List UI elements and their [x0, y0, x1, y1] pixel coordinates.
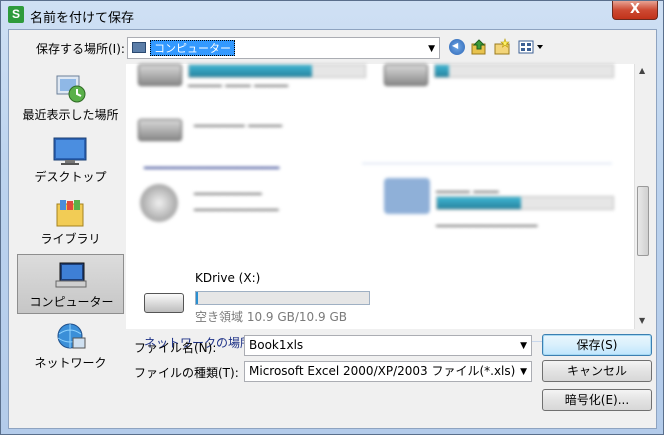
- location-value: コンピューター: [150, 40, 235, 56]
- computer-icon: [54, 261, 88, 289]
- cancel-button[interactable]: キャンセル: [542, 360, 652, 382]
- kdrive-name: KDrive (X:): [195, 271, 261, 285]
- title-bar[interactable]: S 名前を付けて保存 X: [1, 1, 663, 29]
- filetype-label: ファイルの種類(T):: [134, 366, 239, 380]
- encrypt-button[interactable]: 暗号化(E)...: [542, 389, 652, 411]
- chevron-down-icon: ▼: [428, 44, 435, 54]
- filename-value: Book1xls: [249, 338, 304, 352]
- filename-input[interactable]: Book1xls ▼: [244, 335, 532, 356]
- drive-caption: ▁▁▁▁ ▁▁▁ ▁▁▁▁: [188, 74, 289, 87]
- place-desktop[interactable]: デスクトップ: [17, 130, 124, 190]
- place-label: コンピューター: [29, 295, 114, 309]
- places-bar: 最近表示した場所 デスクトップ ライブラリ コンピューター ネットワーク: [17, 64, 124, 370]
- library-icon: [53, 198, 87, 227]
- save-button[interactable]: 保存(S): [542, 334, 652, 356]
- app-icon: S: [8, 6, 24, 23]
- drive-icon: [138, 119, 182, 141]
- file-list[interactable]: ▁▁▁▁ ▁▁▁ ▁▁▁▁ ▁▁▁▁▁▁ ▁▁▁▁ ▁▁▁▁▁▁▁▁▁▁▁▁▁▁…: [126, 64, 634, 329]
- up-folder-icon[interactable]: [470, 38, 488, 56]
- place-network[interactable]: ネットワーク: [17, 316, 124, 376]
- computer-small-icon: [132, 42, 146, 53]
- filename-label: ファイル名(N):: [134, 341, 217, 355]
- filetype-value: Microsoft Excel 2000/XP/2003 ファイル(*.xls): [249, 364, 516, 378]
- chevron-down-icon[interactable]: ▼: [520, 337, 527, 356]
- view-menu-icon[interactable]: [517, 38, 545, 56]
- place-label: 最近表示した場所: [22, 108, 119, 122]
- scroll-thumb[interactable]: [637, 186, 649, 256]
- back-icon[interactable]: [449, 39, 465, 55]
- recent-places-icon: [53, 74, 87, 103]
- network-icon: [53, 322, 87, 350]
- kdrive-free-space: 空き領域 10.9 GB/10.9 GB: [195, 310, 347, 324]
- chevron-down-icon[interactable]: ▼: [520, 363, 527, 382]
- place-label: ライブラリ: [40, 232, 101, 246]
- drive-icon: [144, 293, 184, 313]
- drive-caption: ▁▁▁▁▁▁ ▁▁▁▁: [194, 114, 283, 127]
- close-button[interactable]: X: [612, 1, 658, 20]
- drive-bar: [434, 64, 614, 78]
- location-label: 保存する場所(I):: [36, 42, 125, 56]
- place-library[interactable]: ライブラリ: [17, 192, 124, 252]
- place-label: デスクトップ: [34, 170, 107, 184]
- drive-icon: [138, 64, 182, 86]
- drive-icon: [384, 64, 428, 86]
- desktop-icon: [53, 136, 87, 165]
- save-as-dialog: S 名前を付けて保存 X 保存する場所(I): コンピューター ▼ 最近表示した…: [0, 0, 664, 435]
- place-computer[interactable]: コンピューター: [17, 254, 124, 314]
- new-folder-icon[interactable]: [493, 38, 511, 56]
- scroll-down-icon[interactable]: ▼: [639, 316, 645, 325]
- location-dropdown[interactable]: コンピューター ▼: [127, 37, 440, 59]
- kdrive-usage-bar: [195, 291, 370, 305]
- dialog-body: 保存する場所(I): コンピューター ▼ 最近表示した場所: [8, 29, 657, 429]
- kdrive-usage-fill: [196, 292, 198, 304]
- window-title: 名前を付けて保存: [30, 11, 135, 26]
- scroll-up-icon[interactable]: ▲: [639, 66, 645, 75]
- place-recent[interactable]: 最近表示した場所: [17, 68, 124, 128]
- filetype-select[interactable]: Microsoft Excel 2000/XP/2003 ファイル(*.xls)…: [244, 361, 532, 382]
- drive-bar: [436, 196, 614, 210]
- place-label: ネットワーク: [34, 356, 107, 370]
- vertical-scrollbar[interactable]: ▲ ▼: [634, 64, 651, 329]
